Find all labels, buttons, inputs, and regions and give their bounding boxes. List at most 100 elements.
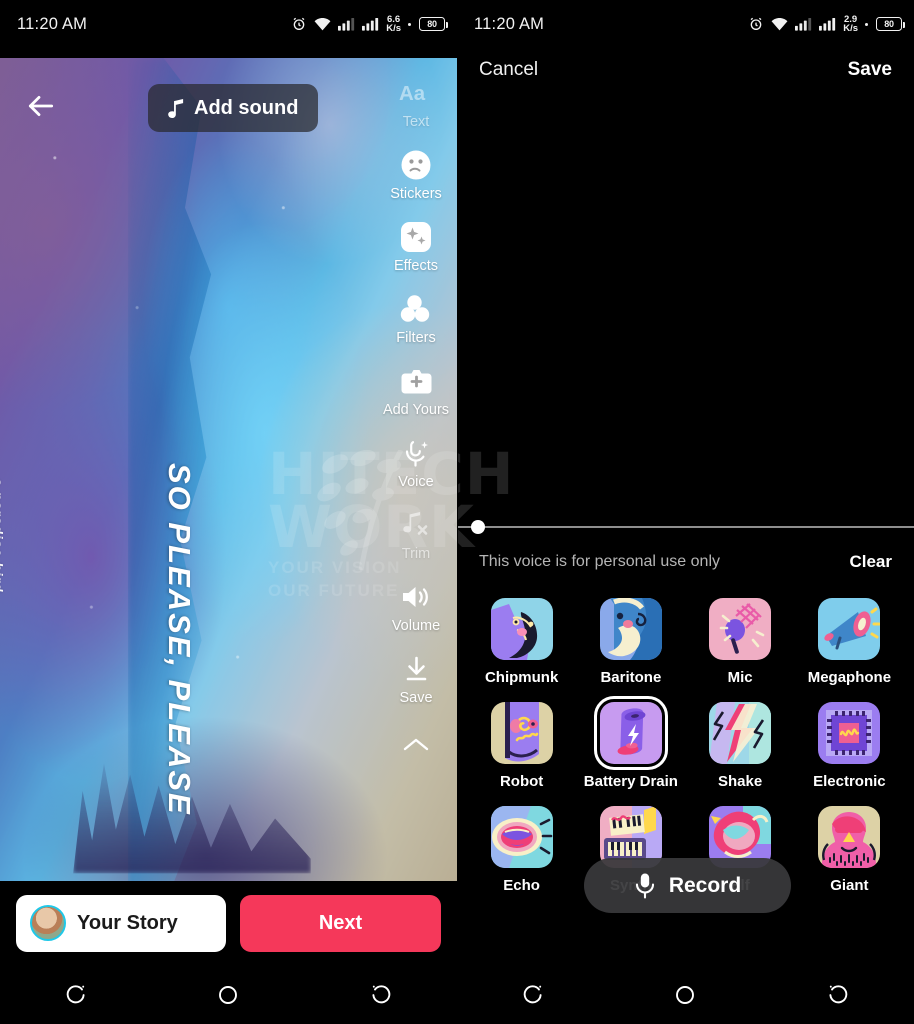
battery-percent: 80: [427, 19, 437, 29]
tool-filters[interactable]: Filters: [375, 292, 457, 346]
status-bar-left: 11:20 AM 6.6 K/s 80: [0, 0, 457, 48]
home-circle-icon[interactable]: [213, 980, 243, 1010]
effect-battery-drain[interactable]: Battery Drain: [576, 696, 685, 790]
tool-effects-label: Effects: [393, 258, 439, 274]
status-bar-right: 11:20 AM 2.9 K/s 80: [457, 0, 914, 48]
effect-thumb-wrap: [709, 598, 772, 660]
shake-bolt-icon: [709, 702, 772, 764]
microphone-icon: [709, 598, 772, 660]
effect-thumb-wrap: [818, 806, 881, 868]
tool-save[interactable]: Save: [375, 652, 457, 706]
effect-label: Robot: [499, 773, 544, 790]
recent-apps-icon[interactable]: [518, 980, 548, 1010]
effect-thumb-wrap: [709, 702, 772, 764]
voice-editor-header: Cancel Save: [457, 48, 914, 92]
screen-divider: [457, 0, 458, 1024]
alarm-icon: [293, 17, 305, 30]
tool-text-label: Text: [402, 114, 430, 130]
effect-label: Giant: [830, 877, 869, 894]
tool-stickers[interactable]: Stickers: [375, 148, 457, 202]
effect-electronic[interactable]: Electronic: [795, 702, 904, 790]
status-time: 11:20 AM: [17, 14, 88, 33]
effect-thumb-wrap: [818, 598, 881, 660]
echo-mouth-icon: [490, 806, 553, 868]
voice-notice-row: This voice is for personal use only Clea…: [457, 546, 914, 578]
tool-save-label: Save: [399, 690, 433, 706]
back-nav-icon[interactable]: [823, 980, 853, 1010]
story-edit-toolbar: Aa Text Stickers Effects Filters Add You…: [375, 58, 457, 762]
add-sound-label: Add sound: [194, 96, 299, 119]
effect-mic[interactable]: Mic: [686, 598, 795, 686]
trim-music-x-icon: [401, 508, 431, 542]
tool-add-yours-label: Add Yours: [382, 402, 450, 418]
tool-trim[interactable]: Trim: [375, 508, 457, 562]
microphone-icon: [635, 873, 654, 899]
effect-label: Megaphone: [807, 669, 892, 686]
effect-label: Mic: [727, 669, 753, 686]
wifi-icon: [771, 17, 788, 31]
tool-trim-label: Trim: [401, 546, 431, 562]
sparkle-effects-icon: [401, 220, 431, 254]
chevron-up-icon: [402, 728, 430, 762]
effect-baritone[interactable]: Baritone: [576, 598, 685, 686]
timeline-scrubber[interactable]: [457, 515, 914, 539]
signal-bars-2-icon: [362, 17, 379, 31]
tool-voice[interactable]: Voice: [375, 436, 457, 490]
status-icons: 6.6 K/s 80: [291, 15, 449, 34]
avatar: [30, 905, 66, 941]
tool-effects[interactable]: Effects: [375, 220, 457, 274]
tool-volume-label: Volume: [391, 618, 441, 634]
your-story-button[interactable]: Your Story: [16, 894, 226, 952]
android-navbar-left: [0, 965, 457, 1024]
story-overlay-main-text[interactable]: SO PLEASE, PLEASE: [161, 463, 197, 816]
tool-stickers-label: Stickers: [390, 186, 442, 202]
effect-robot[interactable]: Robot: [467, 702, 576, 790]
tool-volume[interactable]: Volume: [375, 580, 457, 634]
cancel-button[interactable]: Cancel: [479, 59, 538, 81]
scrubber-handle[interactable]: [471, 520, 485, 534]
battery-tip: [408, 22, 411, 26]
robot-icon: [490, 702, 553, 764]
effect-thumb-wrap: [599, 598, 662, 660]
effect-thumb-wrap: [490, 702, 553, 764]
effect-thumb-wrap: [490, 806, 553, 868]
android-navbar-right: [457, 965, 914, 1024]
back-button[interactable]: [25, 90, 57, 122]
effect-chipmunk[interactable]: Chipmunk: [467, 598, 576, 686]
effect-label: Chipmunk: [484, 669, 559, 686]
battery-tip: [865, 22, 868, 26]
record-label: Record: [668, 873, 742, 897]
your-story-label: Your Story: [77, 911, 178, 934]
effect-label: Electronic: [813, 773, 886, 790]
battery-icon: 80: [419, 17, 449, 31]
record-button[interactable]: Record: [584, 858, 791, 913]
filters-circles-icon: [400, 292, 432, 326]
text-aa-icon: Aa: [399, 76, 433, 110]
battery-icon: 80: [876, 17, 906, 31]
effect-giant[interactable]: Giant: [795, 806, 904, 894]
network-speed-indicator: 6.6 K/s: [386, 15, 401, 34]
effect-label: Echo: [503, 877, 540, 894]
tool-add-yours[interactable]: Add Yours: [375, 364, 457, 418]
effect-echo[interactable]: Echo: [467, 806, 576, 894]
toolbar-collapse-button[interactable]: [375, 728, 457, 762]
tool-text[interactable]: Aa Text: [375, 76, 457, 130]
signal-bars-2-icon: [819, 17, 836, 31]
signal-bars-1-icon: [338, 17, 355, 31]
clear-button[interactable]: Clear: [849, 552, 892, 572]
effect-label: Shake: [718, 773, 763, 790]
signal-bars-1-icon: [795, 17, 812, 31]
recent-apps-icon[interactable]: [61, 980, 91, 1010]
back-nav-icon[interactable]: [366, 980, 396, 1010]
netspeed-unit: K/s: [843, 23, 858, 34]
save-button[interactable]: Save: [848, 59, 892, 81]
home-circle-icon[interactable]: [670, 980, 700, 1010]
voice-usage-notice: This voice is for personal use only: [479, 553, 720, 570]
status-icons: 2.9 K/s 80: [748, 15, 906, 34]
effect-shake[interactable]: Shake: [686, 702, 795, 790]
next-button[interactable]: Next: [240, 894, 441, 952]
add-sound-button[interactable]: Add sound: [148, 84, 319, 132]
left-screen-instagram-story-editor: 11:20 AM 6.6 K/s 80 SO PLEASE, PLEASE pa…: [0, 0, 457, 1024]
netspeed-unit: K/s: [386, 23, 401, 34]
effect-megaphone[interactable]: Megaphone: [795, 598, 904, 686]
